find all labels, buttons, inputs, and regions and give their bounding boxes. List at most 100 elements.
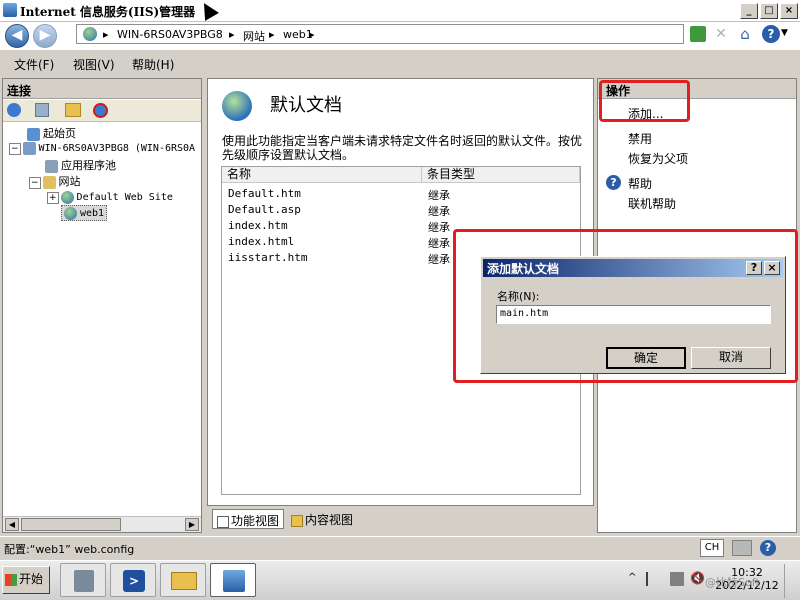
- expand-icon[interactable]: +: [47, 192, 59, 204]
- minimize-button[interactable]: _: [740, 3, 758, 19]
- tree-item-web1[interactable]: web1: [61, 205, 108, 221]
- flag-icon[interactable]: [646, 572, 660, 586]
- tree-item-sites[interactable]: − 网站: [29, 173, 81, 189]
- collapse-icon[interactable]: −: [29, 177, 41, 189]
- address-segment-sites[interactable]: 网站: [243, 28, 265, 44]
- tree-item-default-site[interactable]: + Default Web Site: [47, 190, 173, 204]
- home-icon[interactable]: ⌂: [736, 25, 754, 43]
- action-disable[interactable]: 禁用: [628, 130, 652, 147]
- chevron-up-icon[interactable]: ^: [628, 572, 636, 583]
- globe-icon: [83, 27, 97, 41]
- iis-icon: [223, 570, 245, 592]
- powershell-icon: >: [123, 570, 145, 592]
- address-arrow-icon: ▸: [269, 28, 275, 41]
- folder-up-icon[interactable]: [65, 103, 81, 117]
- address-bar[interactable]: ▸ WIN-6RS0AV3PBG8 ▸ 网站 ▸ web1 ▸: [76, 24, 684, 44]
- default-document-icon: [222, 91, 252, 121]
- globe-icon: [60, 190, 74, 204]
- windows-logo-icon: [5, 573, 17, 586]
- address-arrow-icon: ▸: [309, 28, 315, 41]
- list-item-name[interactable]: iisstart.htm: [228, 251, 307, 264]
- connect-icon[interactable]: [7, 103, 21, 117]
- list-item-name[interactable]: Default.htm: [228, 187, 301, 200]
- show-desktop-button[interactable]: [784, 564, 798, 598]
- connections-header: 连接: [3, 79, 201, 99]
- language-indicator[interactable]: CH: [700, 539, 724, 557]
- view-tabs: 功能视图 内容视图: [207, 507, 594, 531]
- folder-icon: [171, 572, 197, 590]
- name-input[interactable]: main.htm: [496, 305, 771, 324]
- horizontal-scrollbar[interactable]: ◀ ▶: [3, 516, 201, 532]
- iis-app-icon: [3, 3, 17, 17]
- address-arrow-icon: ▸: [103, 28, 109, 41]
- start-button[interactable]: 开始: [2, 566, 50, 594]
- feature-title: 默认文档: [270, 95, 342, 116]
- tab-features-view[interactable]: 功能视图: [212, 509, 285, 529]
- watermark-text: @比特Soft: [705, 576, 760, 589]
- status-bar: 配置:“web1” web.config CH ?: [0, 536, 800, 558]
- volume-icon[interactable]: 🔇: [690, 571, 705, 585]
- maximize-button[interactable]: □: [760, 3, 778, 19]
- column-header-type[interactable]: 条目类型: [422, 167, 580, 183]
- action-revert-to-parent[interactable]: 恢复为父项: [628, 150, 688, 167]
- sites-folder-icon: [42, 175, 56, 189]
- address-segment-server[interactable]: WIN-6RS0AV3PBG8: [117, 28, 223, 41]
- back-button[interactable]: ◀: [5, 24, 29, 48]
- save-icon[interactable]: [35, 103, 49, 117]
- features-view-icon: [217, 515, 229, 528]
- start-page-icon: [27, 127, 40, 141]
- cancel-button[interactable]: 取消: [691, 347, 771, 369]
- app-pool-icon: [45, 159, 58, 173]
- tab-content-view[interactable]: 内容视图: [287, 509, 357, 529]
- refresh-icon[interactable]: [690, 26, 706, 42]
- taskbar-explorer[interactable]: [160, 563, 206, 597]
- dialog-close-button[interactable]: ×: [764, 261, 780, 275]
- help-icon[interactable]: ?: [760, 540, 776, 556]
- tree-item-server[interactable]: − WIN-6RS0AV3PBG8 (WIN-6RS0A: [9, 141, 195, 155]
- globe-icon: [64, 206, 77, 220]
- ok-button[interactable]: 确定: [606, 347, 686, 369]
- disconnect-icon[interactable]: [93, 103, 108, 118]
- scroll-thumb[interactable]: [21, 518, 121, 531]
- network-icon[interactable]: [670, 572, 684, 586]
- list-item-type: 继承: [428, 237, 450, 250]
- dialog-help-button[interactable]: ?: [746, 261, 762, 275]
- forward-button[interactable]: ▶: [33, 24, 57, 48]
- menu-file[interactable]: 文件(F): [14, 56, 54, 73]
- server-icon: [22, 141, 36, 155]
- list-item-name[interactable]: index.htm: [228, 219, 288, 232]
- help-icon[interactable]: ?: [762, 25, 780, 43]
- menu-view[interactable]: 视图(V): [73, 56, 115, 73]
- column-header-name[interactable]: 名称: [222, 167, 422, 183]
- taskbar-powershell[interactable]: >: [110, 563, 156, 597]
- list-item-type: 继承: [428, 253, 450, 266]
- tree-item-apppools[interactable]: 应用程序池: [45, 157, 116, 173]
- window-title: Internet 信息服务(IIS)管理器: [20, 5, 196, 19]
- tree-item-start[interactable]: 起始页: [27, 125, 76, 141]
- action-help[interactable]: 帮助: [628, 175, 652, 192]
- address-arrow-icon: ▸: [229, 28, 235, 41]
- list-item-name[interactable]: index.html: [228, 235, 294, 248]
- list-item-type: 继承: [428, 205, 450, 218]
- chevron-down-icon[interactable]: ▼: [781, 28, 788, 38]
- connections-toolbar: [3, 100, 201, 122]
- close-button[interactable]: ×: [780, 3, 798, 19]
- scroll-left-icon[interactable]: ◀: [5, 518, 19, 531]
- server-manager-icon: [74, 570, 94, 592]
- highlight-box-add-action: [599, 80, 690, 122]
- content-view-icon: [291, 514, 303, 527]
- taskbar-iis-manager[interactable]: [210, 563, 256, 597]
- menu-help[interactable]: 帮助(H): [132, 56, 174, 73]
- status-text: 配置:“web1” web.config: [4, 543, 135, 556]
- menu-bar: 文件(F) 视图(V) 帮助(H): [0, 52, 800, 74]
- stop-icon[interactable]: ✕: [713, 26, 729, 42]
- list-item-name[interactable]: Default.asp: [228, 203, 301, 216]
- action-online-help[interactable]: 联机帮助: [628, 195, 676, 212]
- taskbar-server-manager[interactable]: [60, 563, 106, 597]
- keyboard-icon[interactable]: [732, 540, 752, 556]
- add-default-document-dialog: 添加默认文档 ? × 名称(N): main.htm 确定 取消: [480, 256, 786, 374]
- window-titlebar: Internet 信息服务(IIS)管理器 _ □ ×: [0, 0, 800, 22]
- dialog-title: 添加默认文档: [483, 259, 783, 277]
- collapse-icon[interactable]: −: [9, 143, 21, 155]
- scroll-right-icon[interactable]: ▶: [185, 518, 199, 531]
